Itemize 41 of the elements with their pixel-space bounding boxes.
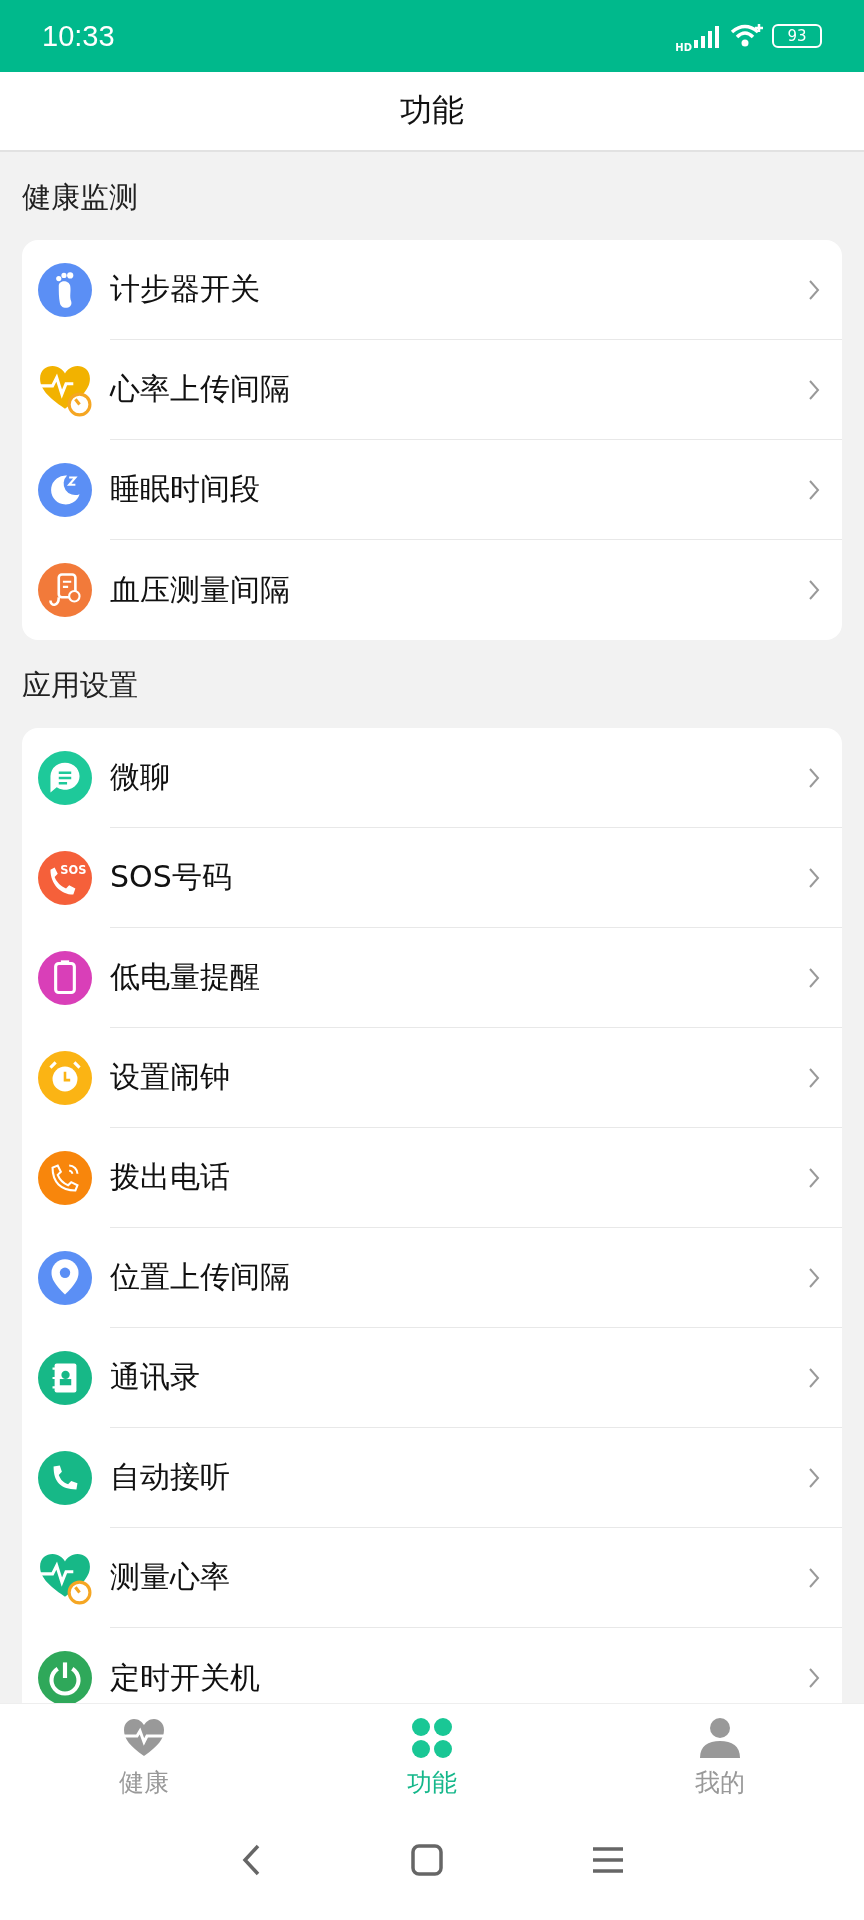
network-label: HD (675, 41, 692, 53)
settings-row[interactable]: 自动接听 (38, 1428, 842, 1528)
chevron-icon (808, 1566, 820, 1589)
status-time: 10:33 (42, 19, 115, 53)
settings-row[interactable]: 低电量提醒 (38, 928, 842, 1028)
settings-row[interactable]: 设置闹钟 (38, 1028, 842, 1128)
settings-row[interactable]: 计步器开关 (38, 240, 842, 340)
settings-row[interactable]: 通讯录 (38, 1328, 842, 1428)
chevron-icon (808, 1667, 820, 1689)
chevron-icon (808, 1066, 820, 1089)
settings-row[interactable]: 血压测量间隔 (38, 540, 842, 640)
wifi-icon (730, 23, 764, 49)
chevron-icon (808, 1166, 820, 1189)
settings-row[interactable]: 微聊 (38, 728, 842, 828)
chevron-icon (808, 1466, 820, 1489)
page-title: 功能 (400, 90, 464, 131)
chevron-icon (808, 1266, 820, 1289)
chevron-icon (808, 278, 820, 301)
back-icon[interactable] (241, 1844, 261, 1876)
signal-icon (694, 24, 722, 48)
person-icon (698, 1715, 742, 1760)
chevron-icon (808, 579, 820, 601)
settings-row[interactable]: 心率上传间隔 (38, 340, 842, 440)
chevron-icon (808, 478, 820, 501)
section-title: 应用设置 (22, 667, 139, 704)
settings-row[interactable]: 睡眠时间段 (38, 440, 842, 540)
clover-icon (410, 1715, 454, 1760)
menu-icon[interactable] (593, 1847, 623, 1873)
battery-icon: 93 (772, 24, 822, 48)
settings-row[interactable]: 测量心率 (38, 1528, 842, 1628)
settings-row[interactable]: 位置上传间隔 (38, 1228, 842, 1328)
home-icon[interactable] (411, 1844, 443, 1876)
chevron-icon (808, 966, 820, 989)
chevron-icon (808, 866, 820, 889)
section-title: 健康监测 (22, 179, 139, 216)
settings-row[interactable]: SOS SOS号码 (38, 828, 842, 928)
settings-row[interactable]: 拨出电话 (38, 1128, 842, 1228)
sos-icon: SOS (38, 851, 92, 905)
chevron-icon (808, 1366, 820, 1389)
chevron-icon (808, 378, 820, 401)
chevron-icon (808, 766, 820, 789)
